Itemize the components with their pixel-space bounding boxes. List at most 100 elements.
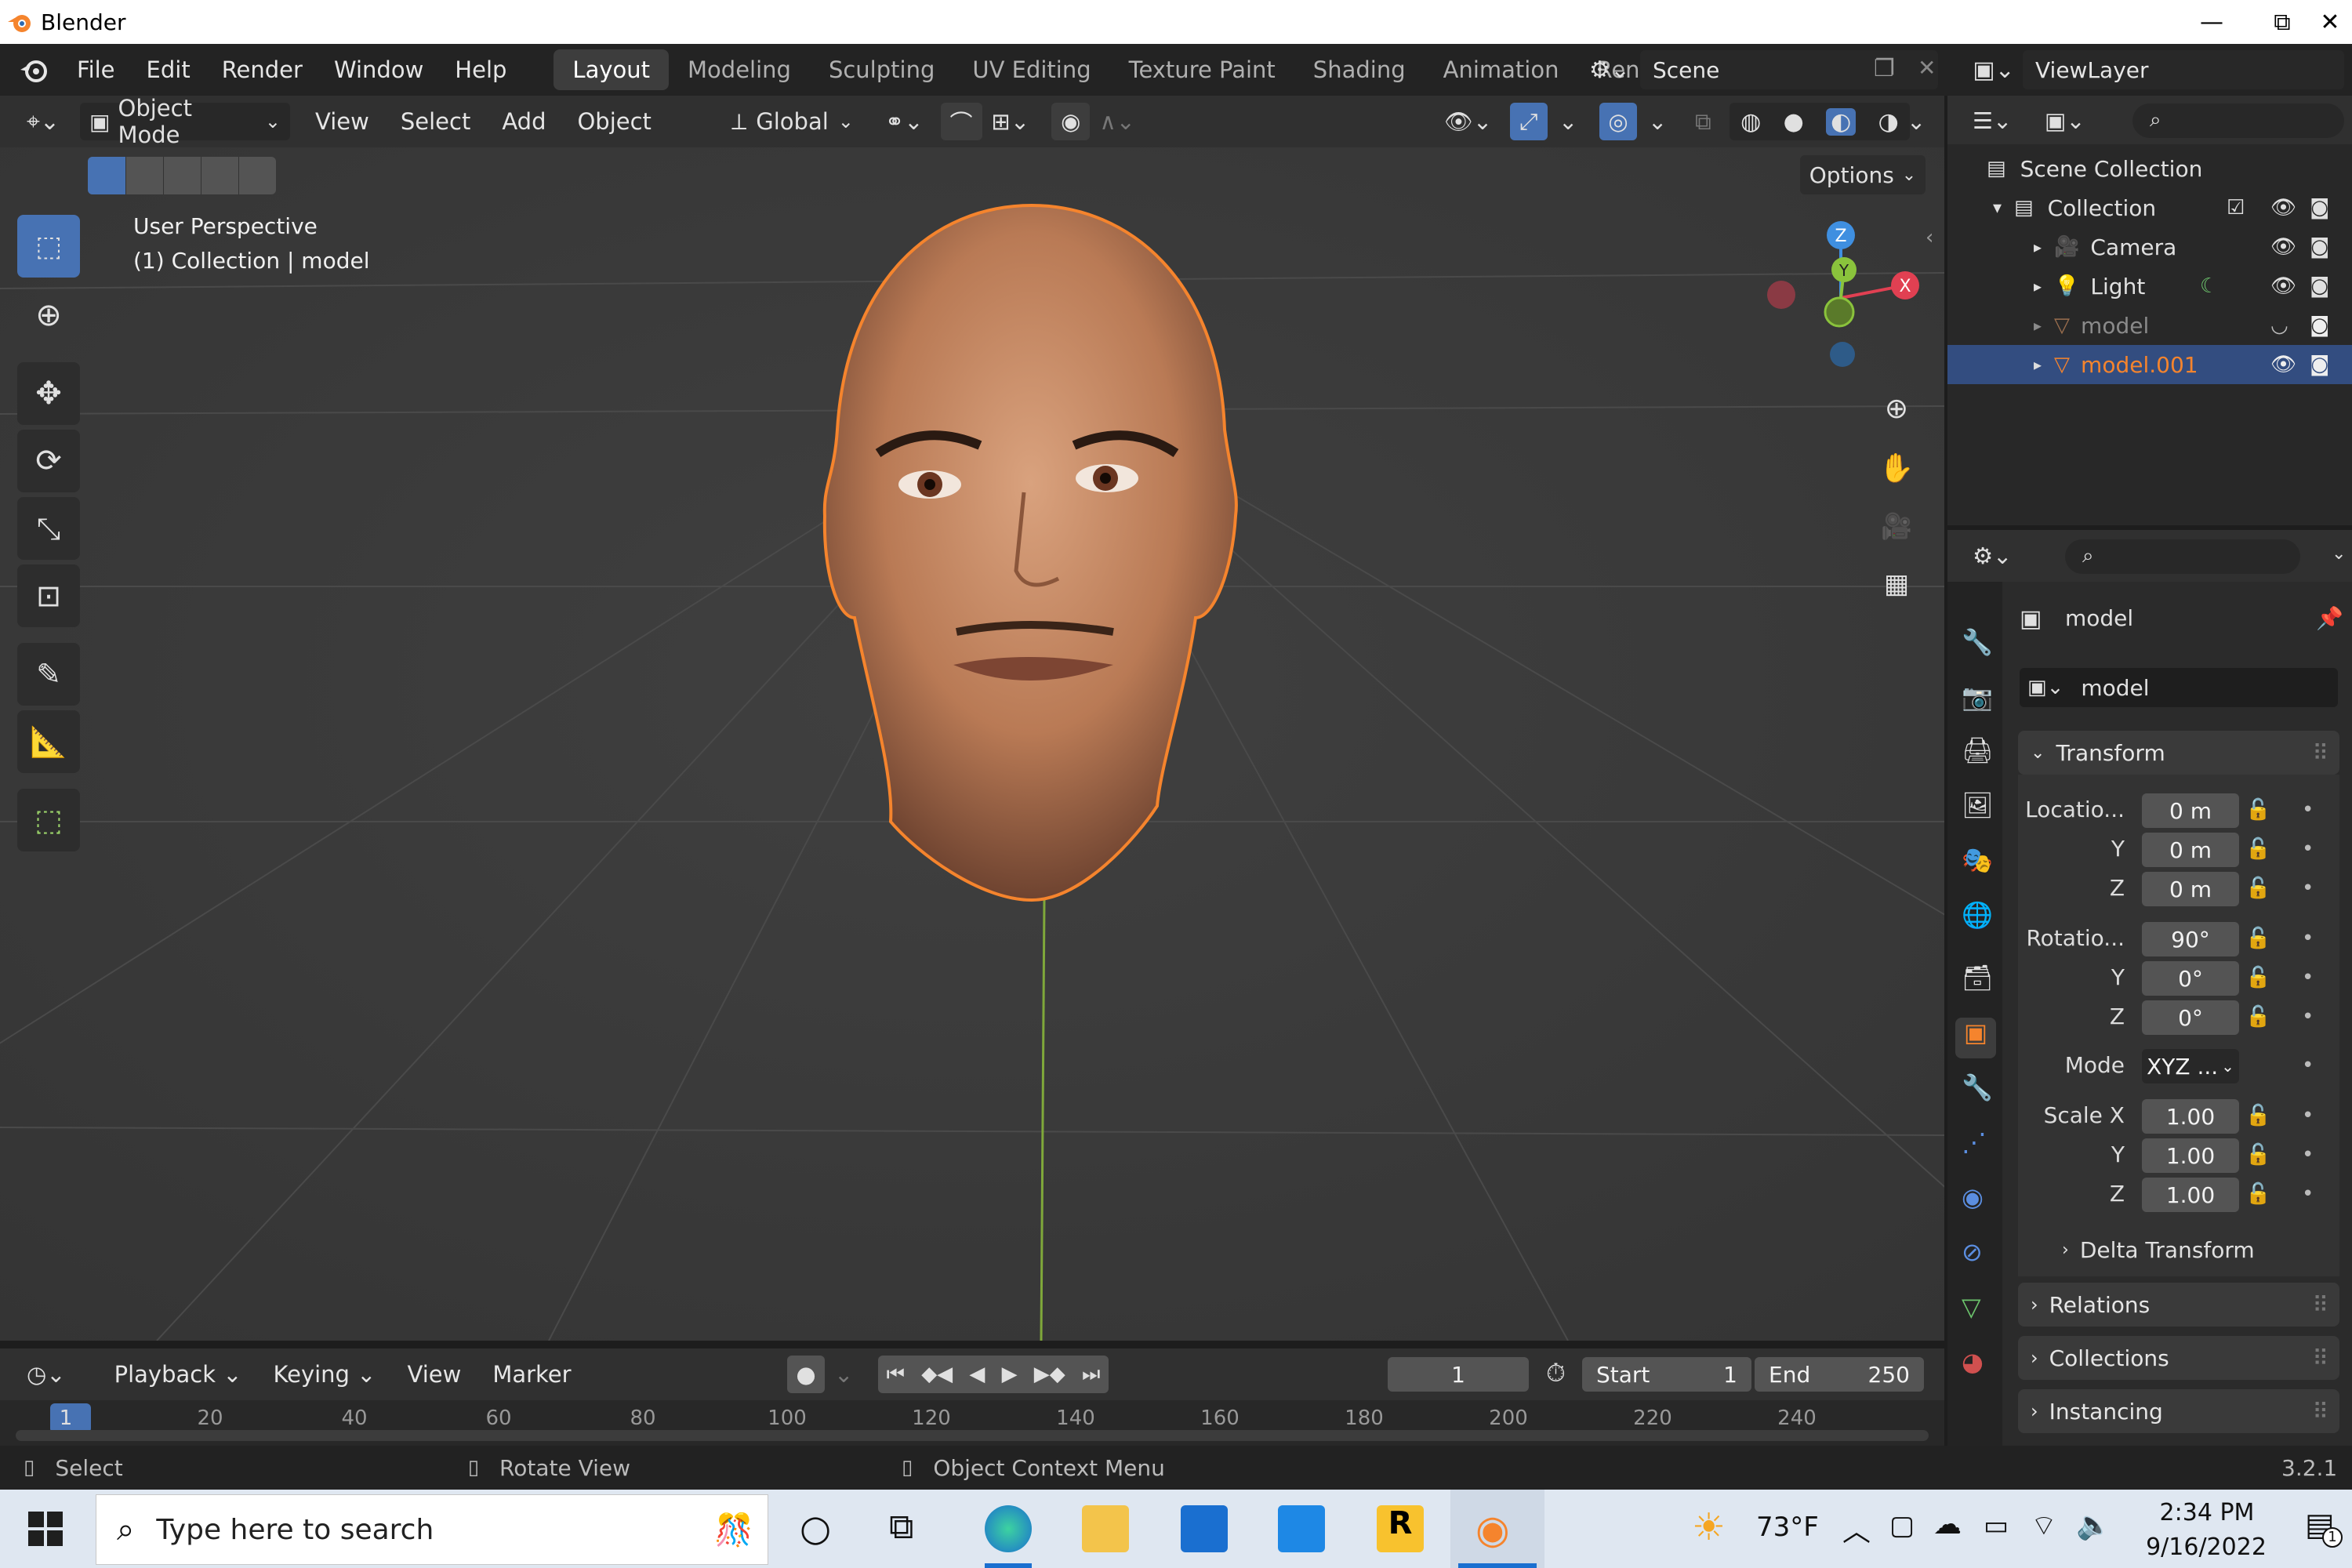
menu-view[interactable]: View bbox=[299, 108, 385, 135]
lock-icon[interactable]: 🔓 bbox=[2245, 927, 2270, 950]
task-view-icon[interactable]: ⧉ bbox=[889, 1507, 913, 1547]
location-y-field[interactable]: 0 m bbox=[2142, 833, 2239, 867]
wifi-icon[interactable]: ⌔ bbox=[2031, 1508, 2057, 1544]
timeline-ruler[interactable]: 1 20 40 60 80 100 120 140 160 180 200 22… bbox=[0, 1400, 1944, 1446]
lock-icon[interactable]: 🔓 bbox=[2245, 966, 2270, 989]
tab-texture-paint[interactable]: Texture Paint bbox=[1110, 49, 1294, 90]
location-z-field[interactable]: 0 m bbox=[2142, 872, 2239, 906]
select-invert-icon[interactable] bbox=[201, 157, 238, 194]
lock-icon[interactable]: 🔓 bbox=[2245, 798, 2270, 822]
proportional-edit-icon[interactable]: ◉ bbox=[1051, 103, 1091, 140]
volume-icon[interactable]: 🔈 bbox=[2076, 1508, 2111, 1541]
lock-icon[interactable]: 🔓 bbox=[2245, 837, 2270, 861]
mail-icon[interactable] bbox=[1278, 1505, 1325, 1552]
auto-keying-icon[interactable]: ● bbox=[787, 1356, 825, 1393]
render-camera-icon[interactable]: ◙ bbox=[2310, 235, 2329, 259]
scene-tab-icon[interactable]: 🎭 bbox=[1962, 845, 1993, 875]
menu-file[interactable]: File bbox=[61, 56, 131, 83]
transform-tool[interactable]: ⊡ bbox=[17, 564, 80, 627]
scale-x-field[interactable]: 1.00 bbox=[2142, 1099, 2239, 1134]
tab-layout[interactable]: Layout bbox=[554, 49, 670, 90]
timeline-editor-icon[interactable]: ◷⌄ bbox=[17, 1356, 75, 1393]
menu-select[interactable]: Select bbox=[385, 108, 486, 135]
blender-menu-icon[interactable] bbox=[17, 54, 52, 85]
3d-viewport[interactable]: User Perspective (1) Collection | model … bbox=[0, 147, 1944, 1341]
render-camera-icon[interactable]: ◙ bbox=[2310, 314, 2329, 337]
tool-tab-icon[interactable]: 🔧 bbox=[1962, 627, 1993, 657]
keyframe-dot-icon[interactable]: • bbox=[2302, 1182, 2314, 1206]
meet-now-icon[interactable]: ▢ bbox=[1889, 1510, 1915, 1541]
gizmo-toggle-icon[interactable]: ⤢ bbox=[1510, 103, 1548, 140]
sidebar-toggle-icon[interactable]: ‹ bbox=[1926, 226, 1933, 249]
eye-icon[interactable]: 👁 bbox=[2270, 196, 2296, 220]
drag-handle-icon[interactable]: ⠿ bbox=[2312, 1292, 2328, 1318]
outliner-item-camera[interactable]: ▸ 🎥 Camera 👁 ◙ bbox=[1947, 227, 2352, 267]
play-reverse-icon[interactable]: ◀ bbox=[969, 1363, 985, 1386]
transform-orientation-dropdown[interactable]: ⟂ Global ⌄ bbox=[722, 103, 863, 140]
next-keyframe-icon[interactable]: ▶◆ bbox=[1034, 1363, 1065, 1386]
timeline-menu-view[interactable]: View bbox=[392, 1361, 477, 1388]
cortana-icon[interactable]: ○ bbox=[800, 1507, 831, 1549]
collections-panel-header[interactable]: › Collections ⠿ bbox=[2018, 1336, 2339, 1380]
scene-selector-icon[interactable]: ⚙︎⌄ bbox=[1581, 50, 1639, 89]
close-button[interactable]: ✕ bbox=[2308, 0, 2352, 44]
checkbox-icon[interactable]: ☑ bbox=[2227, 196, 2245, 220]
measure-tool[interactable]: 📐 bbox=[17, 710, 80, 773]
pivot-point-icon[interactable]: ⚭⌄ bbox=[876, 103, 933, 140]
drag-handle-icon[interactable]: ⠿ bbox=[2312, 1345, 2328, 1371]
menu-render[interactable]: Render bbox=[206, 56, 318, 83]
cursor-tool[interactable]: ⊕ bbox=[17, 284, 80, 347]
keyframe-dot-icon[interactable]: • bbox=[2302, 837, 2314, 861]
select-extend-icon[interactable] bbox=[125, 157, 163, 194]
menu-help[interactable]: Help bbox=[439, 56, 522, 83]
eye-icon[interactable]: 👁 bbox=[2270, 235, 2296, 259]
menu-add[interactable]: Add bbox=[486, 108, 561, 135]
outliner-item-light[interactable]: ▸ 💡 Light ☾ 👁 ◙ bbox=[1947, 267, 2352, 306]
outliner-search-input[interactable]: ⌕ bbox=[2132, 103, 2344, 138]
render-camera-icon[interactable]: ◙ bbox=[2310, 274, 2329, 298]
tab-animation[interactable]: Animation bbox=[1425, 49, 1578, 90]
rotation-y-field[interactable]: 0° bbox=[2142, 961, 2239, 996]
modifier-tab-icon[interactable]: 🔧 bbox=[1962, 1073, 1993, 1102]
editor-type-icon[interactable]: ⌖⌄ bbox=[17, 103, 69, 140]
overlay-toggle-icon[interactable]: ◎ bbox=[1599, 103, 1637, 140]
delta-transform-subpanel[interactable]: › Delta Transform bbox=[2062, 1237, 2255, 1263]
select-subtract-icon[interactable] bbox=[163, 157, 201, 194]
move-tool[interactable]: ✥ bbox=[17, 362, 80, 425]
rockstar-launcher-icon[interactable]: R bbox=[1377, 1505, 1424, 1552]
visibility-icon[interactable]: 👁⌄ bbox=[1435, 103, 1501, 140]
outliner-item-model[interactable]: ▸ ▽ model ◡ ◙ bbox=[1947, 306, 2352, 345]
camera-view-icon[interactable]: 🎥 bbox=[1871, 500, 1922, 552]
tab-shading[interactable]: Shading bbox=[1294, 49, 1425, 90]
menu-playback[interactable]: Playback ⌄ bbox=[99, 1361, 258, 1388]
view-layer-field[interactable]: ViewLayer bbox=[2023, 50, 2344, 89]
render-tab-icon[interactable]: 📷 bbox=[1962, 682, 1993, 712]
physics-tab-icon[interactable]: ◉ bbox=[1962, 1182, 1984, 1212]
display-mode-icon[interactable]: ▣⌄ bbox=[2035, 102, 2095, 140]
render-camera-icon[interactable]: ◙ bbox=[2310, 196, 2329, 220]
scale-y-field[interactable]: 1.00 bbox=[2142, 1138, 2239, 1173]
maximize-button[interactable]: ⧉ bbox=[2247, 0, 2318, 44]
view-layer-tab-icon[interactable]: 🖼 bbox=[1962, 790, 1994, 820]
location-x-field[interactable]: 0 m bbox=[2142, 793, 2239, 828]
weather-temperature[interactable]: 73°F bbox=[1756, 1512, 1819, 1543]
rotate-tool[interactable]: ⟳ bbox=[17, 430, 80, 492]
properties-editor-icon[interactable]: ⚙⌄ bbox=[1963, 537, 2021, 575]
material-shading-icon[interactable]: ◐ bbox=[1826, 107, 1857, 136]
tab-modeling[interactable]: Modeling bbox=[669, 49, 810, 90]
scale-z-field[interactable]: 1.00 bbox=[2142, 1178, 2239, 1212]
select-box-tool[interactable]: ⬚ bbox=[17, 215, 80, 278]
rotation-x-field[interactable]: 90° bbox=[2142, 922, 2239, 956]
object-datablock-field[interactable]: ▣⌄ model bbox=[2020, 668, 2338, 707]
object-datablock-icon[interactable]: ▣⌄ bbox=[2027, 676, 2063, 699]
output-tab-icon[interactable]: 🖨 bbox=[1962, 735, 1994, 765]
taskbar-search-box[interactable]: ⌕ Type here to search 🎊 bbox=[96, 1494, 768, 1565]
outliner-item-collection[interactable]: ▾ ▤ Collection ☑ 👁 ◙ bbox=[1947, 188, 2352, 227]
wireframe-shading-icon[interactable]: ◍ bbox=[1740, 108, 1761, 136]
properties-search-input[interactable]: ⌕ bbox=[2065, 539, 2300, 574]
data-tab-icon[interactable]: ▽ bbox=[1962, 1292, 1981, 1322]
expand-arrow-icon[interactable]: ▸ bbox=[2034, 316, 2042, 335]
snap-target-icon[interactable]: ⊞⌄ bbox=[982, 103, 1040, 140]
outliner-editor-icon[interactable]: ☰⌄ bbox=[1963, 102, 2021, 140]
chevron-down-icon[interactable]: ⌄ bbox=[2332, 544, 2346, 564]
